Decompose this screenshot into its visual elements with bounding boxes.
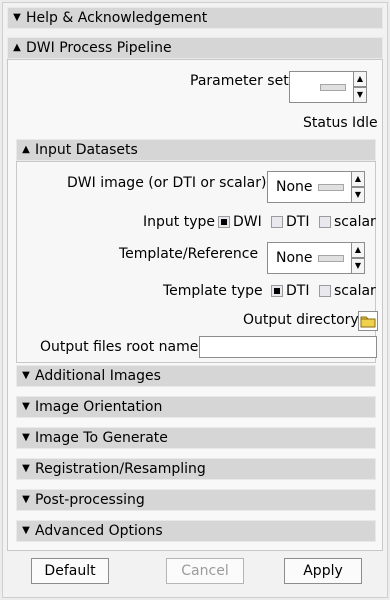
input-type-label: Input type [143, 214, 215, 230]
template-reference-arrows[interactable]: ▲ ▼ [351, 242, 365, 274]
collapse-arrow-icon: ▼ [22, 525, 30, 536]
input-type-scalar-checkbox[interactable] [319, 216, 331, 228]
template-reference-label: Template/Reference [119, 246, 259, 262]
section-dwi-pipeline-header[interactable]: ▲ DWI Process Pipeline [7, 37, 383, 59]
template-reference-bar [318, 255, 344, 262]
section-additional-images-title: Additional Images [35, 368, 161, 384]
spinner-down-icon[interactable]: ▼ [351, 187, 365, 203]
template-reference-spinner[interactable]: None ▲ ▼ [267, 242, 365, 274]
dwi-pipeline-panel: Parameter set ▲ ▼ Status Idle ▲ Input Da… [7, 59, 383, 551]
folder-icon[interactable] [358, 311, 378, 331]
collapse-arrow-icon: ▼ [22, 463, 30, 474]
output-root-label: Output files root name [40, 339, 199, 355]
section-image-to-generate-header[interactable]: ▼ Image To Generate [16, 427, 376, 449]
parameter-set-bar [320, 84, 346, 91]
collapse-arrow-icon: ▼ [13, 12, 21, 23]
section-additional-images-header[interactable]: ▼ Additional Images [16, 365, 376, 387]
dwi-image-bar [318, 184, 344, 191]
spinner-up-icon[interactable]: ▲ [353, 71, 367, 87]
collapse-arrow-icon: ▼ [22, 370, 30, 381]
section-help-header[interactable]: ▼ Help & Acknowledgement [7, 7, 383, 29]
section-image-orientation-title: Image Orientation [35, 399, 163, 415]
apply-button[interactable]: Apply [284, 558, 362, 584]
dwi-image-label: DWI image (or DTI or scalar) [67, 175, 267, 191]
dwi-image-spinner[interactable]: None ▲ ▼ [267, 171, 365, 203]
template-type-scalar-label: scalar [334, 283, 376, 299]
input-type-scalar-label: scalar [334, 214, 376, 230]
default-button[interactable]: Default [31, 558, 109, 584]
section-help-title: Help & Acknowledgement [26, 10, 208, 26]
status-label: Status Idle [303, 115, 378, 131]
expand-arrow-icon: ▲ [13, 42, 21, 53]
spinner-up-icon[interactable]: ▲ [351, 171, 365, 187]
template-type-dti-label: DTI [286, 283, 310, 299]
output-root-input[interactable] [199, 336, 377, 358]
section-image-to-generate-title: Image To Generate [35, 430, 168, 446]
section-advanced-options-title: Advanced Options [35, 523, 163, 539]
input-type-dwi-checkbox[interactable] [218, 216, 230, 228]
template-type-scalar-checkbox[interactable] [319, 285, 331, 297]
collapse-arrow-icon: ▼ [22, 432, 30, 443]
template-type-dti-checkbox[interactable] [271, 285, 283, 297]
section-post-processing-header[interactable]: ▼ Post-processing [16, 489, 376, 511]
cancel-button[interactable]: Cancel [166, 558, 244, 584]
parameter-set-spinner[interactable]: ▲ ▼ [289, 71, 367, 103]
parameter-set-label: Parameter set [190, 73, 289, 89]
spinner-down-icon[interactable]: ▼ [353, 87, 367, 103]
parameter-set-arrows[interactable]: ▲ ▼ [353, 71, 367, 103]
section-image-orientation-header[interactable]: ▼ Image Orientation [16, 396, 376, 418]
template-type-label: Template type [163, 283, 263, 299]
input-type-dti-checkbox[interactable] [271, 216, 283, 228]
collapse-arrow-icon: ▼ [22, 494, 30, 505]
section-advanced-options-header[interactable]: ▼ Advanced Options [16, 520, 376, 542]
dwi-image-arrows[interactable]: ▲ ▼ [351, 171, 365, 203]
spinner-up-icon[interactable]: ▲ [351, 242, 365, 258]
dwi-image-value: None [276, 179, 313, 195]
template-reference-value: None [276, 250, 313, 266]
input-datasets-panel: DWI image (or DTI or scalar) None ▲ ▼ In… [16, 161, 378, 363]
section-input-datasets-title: Input Datasets [35, 142, 138, 158]
dialog-frame: ▼ Help & Acknowledgement ▲ DWI Process P… [2, 2, 388, 598]
output-directory-label: Output directory [243, 312, 359, 328]
section-dwi-pipeline-title: DWI Process Pipeline [26, 40, 172, 56]
section-post-processing-title: Post-processing [35, 492, 145, 508]
input-type-dti-label: DTI [286, 214, 310, 230]
spinner-down-icon[interactable]: ▼ [351, 258, 365, 274]
input-type-dwi-label: DWI [233, 214, 262, 230]
section-registration-header[interactable]: ▼ Registration/Resampling [16, 458, 376, 480]
expand-arrow-icon: ▲ [22, 144, 30, 155]
collapse-arrow-icon: ▼ [22, 401, 30, 412]
section-input-datasets-header[interactable]: ▲ Input Datasets [16, 139, 376, 161]
section-registration-title: Registration/Resampling [35, 461, 206, 477]
